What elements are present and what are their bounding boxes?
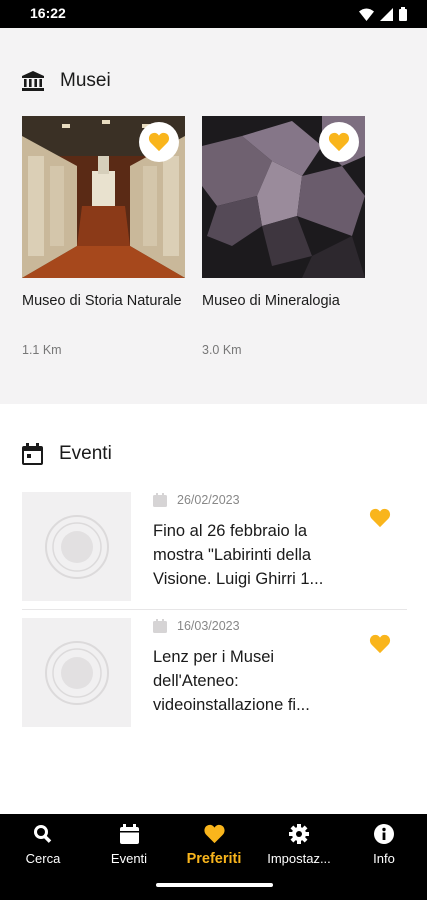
museum-name: Museo di Storia Naturale (22, 293, 182, 309)
status-time: 16:22 (30, 5, 66, 21)
nav-cerca[interactable]: Cerca (0, 824, 86, 866)
event-title: Fino al 26 febbraio la mostra "Labirinti… (153, 522, 324, 588)
info-icon (374, 824, 394, 844)
calendar-small-icon (153, 493, 167, 507)
eventi-title: Eventi (59, 443, 112, 464)
university-seal-icon (44, 514, 109, 579)
event-item[interactable]: 16/03/2023 Lenz per i Musei dell'Ateneo:… (22, 618, 407, 728)
gear-icon (289, 824, 309, 844)
museum-image (22, 116, 185, 278)
university-seal-icon (44, 640, 109, 705)
musei-section: Musei Museo di Storia Naturale 1.1 Km Mu… (0, 28, 427, 404)
event-item[interactable]: 26/02/2023 Fino al 26 febbraio la mostra… (22, 492, 407, 602)
museum-icon (22, 71, 44, 91)
bottom-navigation: Cerca Eventi Preferiti Impostaz... Info (0, 814, 427, 900)
divider (22, 609, 407, 610)
event-thumbnail (22, 492, 131, 601)
heart-icon (328, 132, 350, 152)
heart-icon (369, 634, 391, 654)
calendar-icon (119, 824, 139, 844)
heart-icon (148, 132, 170, 152)
nav-label: Info (373, 851, 395, 866)
museum-card-mineralogia[interactable]: Museo di Mineralogia 3.0 Km (202, 116, 365, 357)
museum-image (202, 116, 365, 278)
calendar-small-icon (153, 619, 167, 633)
museum-card-storia-naturale[interactable]: Museo di Storia Naturale 1.1 Km (22, 116, 185, 357)
favorite-toggle[interactable] (369, 634, 391, 659)
event-date: 16/03/2023 (153, 619, 240, 633)
status-icons (359, 7, 407, 21)
nav-eventi[interactable]: Eventi (86, 824, 172, 866)
event-date: 26/02/2023 (153, 493, 240, 507)
search-icon (34, 825, 52, 843)
nav-label: Cerca (25, 851, 61, 866)
eventi-header: Eventi (22, 443, 112, 465)
favorite-toggle[interactable] (319, 122, 359, 162)
nav-label: Preferiti (186, 851, 242, 867)
battery-icon (399, 7, 407, 21)
nav-info[interactable]: Info (341, 824, 427, 866)
museum-distance: 3.0 Km (202, 343, 242, 357)
museum-distance: 1.1 Km (22, 343, 62, 357)
wifi-icon (359, 8, 374, 21)
status-bar: 16:22 (0, 0, 427, 28)
nav-preferiti[interactable]: Preferiti (171, 824, 257, 867)
musei-header: Musei (22, 70, 111, 92)
calendar-icon (22, 443, 43, 465)
favorite-toggle[interactable] (139, 122, 179, 162)
nav-impostazioni[interactable]: Impostaz... (256, 824, 342, 866)
heart-icon (369, 508, 391, 528)
event-title: Lenz per i Musei dell'Ateneo: videoinsta… (153, 648, 310, 714)
musei-title: Musei (60, 70, 111, 91)
nav-label: Eventi (110, 851, 148, 866)
favorite-toggle[interactable] (369, 508, 391, 533)
event-thumbnail (22, 618, 131, 727)
signal-icon (380, 7, 393, 21)
museum-name: Museo di Mineralogia (202, 293, 340, 309)
heart-icon (203, 824, 225, 844)
home-indicator[interactable] (156, 883, 273, 887)
nav-label: Impostaz... (267, 851, 331, 866)
